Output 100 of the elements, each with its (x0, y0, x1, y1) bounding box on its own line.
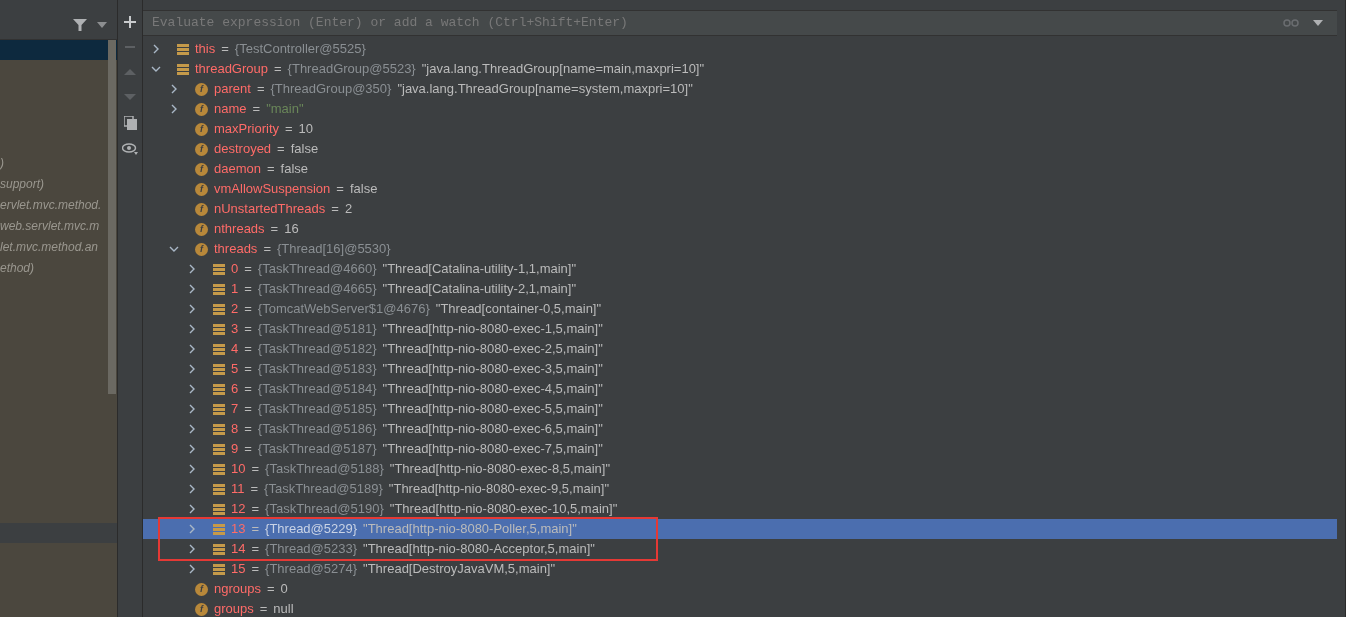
variable-row[interactable]: threadGroup = {ThreadGroup@5523} "java.lang.ThreadGroup[name=main,maxpri=10]" (143, 59, 1337, 79)
chevron-icon[interactable] (187, 384, 197, 394)
variable-row[interactable]: f nthreads = 16 (143, 219, 1337, 239)
variable-type: {TaskThread@5182} (257, 340, 377, 359)
variable-row[interactable]: 6 = {TaskThread@5184} "Thread[http-nio-8080-exec-4,5,main]" (143, 379, 1337, 399)
variable-row[interactable]: 15 = {Thread@5274} "Thread[DestroyJavaVM,5,main]" (143, 559, 1337, 579)
variable-row[interactable]: 12 = {TaskThread@5190} "Thread[http-nio-8080-exec-10,5,main]" (143, 499, 1337, 519)
chevron-icon[interactable] (187, 264, 197, 274)
selected-frame-row[interactable] (0, 40, 117, 60)
stack-icon (213, 343, 225, 355)
chevron-icon[interactable] (187, 464, 197, 474)
field-icon: f (195, 582, 208, 596)
stack-icon (177, 63, 189, 75)
variable-row[interactable]: 8 = {TaskThread@5186} "Thread[http-nio-8080-exec-6,5,main]" (143, 419, 1337, 439)
stack-icon (213, 503, 225, 515)
chevron-icon[interactable] (151, 44, 161, 54)
add-icon[interactable] (124, 16, 136, 28)
variable-row[interactable]: f daemon = false (143, 159, 1337, 179)
chevron-icon[interactable] (187, 344, 197, 354)
variable-type: {TaskThread@5188} (265, 460, 384, 479)
variable-row[interactable]: 9 = {TaskThread@5187} "Thread[http-nio-8080-exec-7,5,main]" (143, 439, 1337, 459)
variable-name: 8 (231, 420, 239, 439)
stack-icon (213, 543, 225, 555)
variable-value: false (290, 140, 319, 159)
variable-value: "Thread[http-nio-8080-exec-7,5,main]" (382, 440, 603, 459)
chevron-icon[interactable] (169, 244, 179, 254)
variable-row[interactable]: f destroyed = false (143, 139, 1337, 159)
variable-row[interactable]: 5 = {TaskThread@5183} "Thread[http-nio-8080-exec-3,5,main]" (143, 359, 1337, 379)
chevron-icon[interactable] (187, 544, 197, 554)
chevron-icon[interactable] (187, 424, 197, 434)
chevron-icon[interactable] (169, 84, 179, 94)
variable-name: daemon (214, 160, 261, 179)
dropdown-icon[interactable] (97, 21, 107, 28)
equals-sign: = (244, 400, 252, 419)
variable-row[interactable]: 14 = {Thread@5233} "Thread[http-nio-8080-Acceptor,5,main]" (143, 539, 1337, 559)
variable-name: groups (214, 600, 254, 617)
chevron-icon[interactable] (187, 504, 197, 514)
chevron-icon[interactable] (187, 304, 197, 314)
filter-icon[interactable] (73, 17, 87, 32)
stack-icon (213, 263, 225, 275)
chevron-icon[interactable] (187, 324, 197, 334)
variable-row[interactable]: f ngroups = 0 (143, 579, 1337, 599)
chevron-icon[interactable] (187, 404, 197, 414)
field-icon: f (195, 162, 208, 176)
chevron-icon[interactable] (187, 364, 197, 374)
variable-type: {TaskThread@5184} (257, 380, 377, 399)
frame-row[interactable]: let.mvc.method.an (0, 238, 99, 259)
field-icon: f (195, 202, 208, 216)
chevron-icon[interactable] (151, 64, 161, 74)
variable-row[interactable]: f threads = {Thread[16]@5530} (143, 239, 1337, 259)
frame-row[interactable]: support) (0, 175, 45, 196)
variable-row[interactable]: 2 = {TomcatWebServer$1@4676} "Thread[container-0,5,main]" (143, 299, 1337, 319)
variable-name: 15 (231, 560, 246, 579)
variable-row[interactable]: this = {TestController@5525} (143, 39, 1337, 59)
chevron-icon[interactable] (169, 104, 179, 114)
variable-row[interactable]: f groups = null (143, 599, 1337, 617)
stack-icon (213, 283, 225, 295)
equals-sign: = (244, 320, 252, 339)
stack-icon (213, 383, 225, 395)
frame-row[interactable]: ethod) (0, 259, 35, 280)
variable-value: "Thread[http-nio-8080-exec-1,5,main]" (382, 320, 603, 339)
variable-value: "Thread[container-0,5,main]" (435, 300, 602, 319)
variable-name: threadGroup (195, 60, 268, 79)
variable-row[interactable]: 1 = {TaskThread@4665} "Thread[Catalina-utility-2,1,main]" (143, 279, 1337, 299)
equals-sign: = (270, 220, 279, 239)
chevron-icon[interactable] (187, 284, 197, 294)
eye-icon[interactable] (122, 143, 138, 155)
frame-row[interactable]: ervlet.mvc.method. (0, 196, 102, 217)
variable-value: "Thread[http-nio-8080-exec-10,5,main]" (389, 500, 618, 519)
variable-row[interactable]: 4 = {TaskThread@5182} "Thread[http-nio-8080-exec-2,5,main]" (143, 339, 1337, 359)
chevron-icon[interactable] (187, 564, 197, 574)
chevron-icon[interactable] (187, 484, 197, 494)
variable-name: 3 (231, 320, 239, 339)
variable-row[interactable]: f vmAllowSuspension = false (143, 179, 1337, 199)
variable-row[interactable]: f nUnstartedThreads = 2 (143, 199, 1337, 219)
dropdown-icon[interactable] (1313, 20, 1323, 26)
variable-value: "java.lang.ThreadGroup[name=main,maxpri=10]" (421, 60, 705, 79)
variable-row[interactable]: f name = "main" (143, 99, 1337, 119)
chevron-icon[interactable] (187, 444, 197, 454)
variable-row[interactable]: 3 = {TaskThread@5181} "Thread[http-nio-8080-exec-1,5,main]" (143, 319, 1337, 339)
variable-value: "Thread[http-nio-8080-exec-4,5,main]" (382, 380, 603, 399)
variable-name: vmAllowSuspension (214, 180, 331, 199)
string-value: "main" (266, 100, 304, 119)
equals-sign: = (336, 180, 344, 199)
field-icon: f (195, 102, 208, 116)
equals-sign: = (285, 120, 293, 139)
variable-row[interactable]: f parent = {ThreadGroup@350} "java.lang.ThreadGroup[name=system,maxpri=10]" (143, 79, 1337, 99)
variable-type: {Thread[16]@5530} (276, 240, 391, 259)
chevron-icon[interactable] (187, 524, 197, 534)
variable-row[interactable]: f maxPriority = 10 (143, 119, 1337, 139)
variable-row[interactable]: 0 = {TaskThread@4660} "Thread[Catalina-utility-1,1,main]" (143, 259, 1337, 279)
scrollbar-thumb[interactable] (108, 40, 116, 394)
frame-row[interactable]: web.servlet.mvc.m (0, 217, 100, 238)
variable-row[interactable]: 13 = {Thread@5229} "Thread[http-nio-8080-Poller,5,main]" (143, 519, 1337, 539)
variable-row[interactable]: 7 = {TaskThread@5185} "Thread[http-nio-8080-exec-5,5,main]" (143, 399, 1337, 419)
variable-row[interactable]: 10 = {TaskThread@5188} "Thread[http-nio-8080-exec-8,5,main]" (143, 459, 1337, 479)
copy-icon[interactable] (123, 116, 137, 130)
equals-sign: = (277, 140, 285, 159)
variable-row[interactable]: 11 = {TaskThread@5189} "Thread[http-nio-8080-exec-9,5,main]" (143, 479, 1337, 499)
field-icon: f (195, 242, 208, 256)
